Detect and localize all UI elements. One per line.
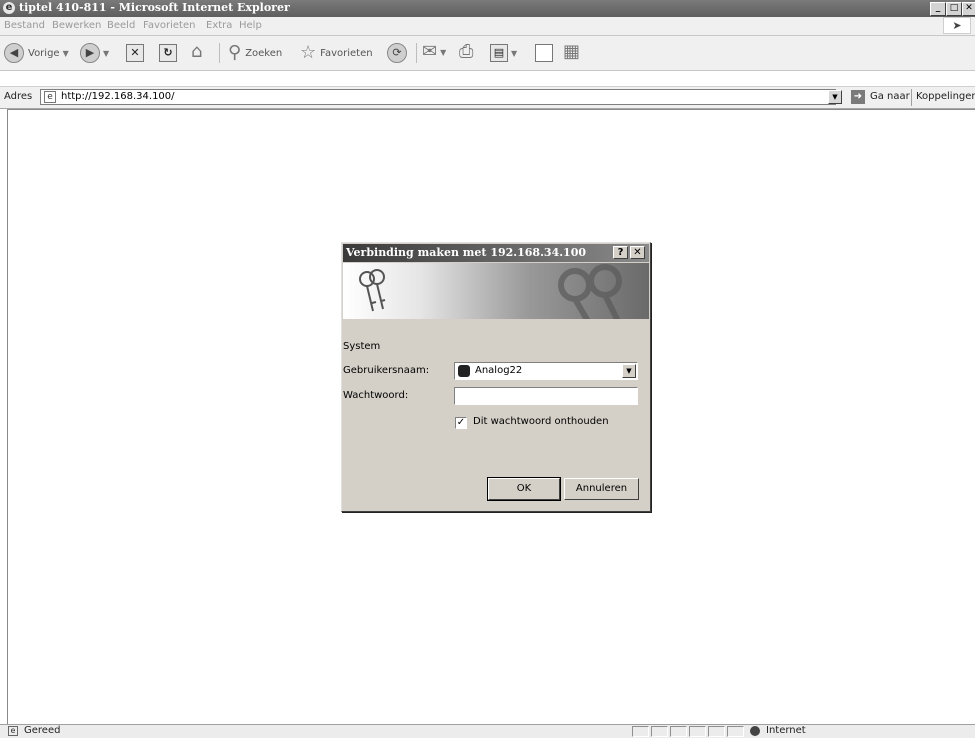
keys-banner (343, 263, 649, 319)
toolbar-separator (416, 43, 417, 63)
favorites-button[interactable]: ☆ Favorieten (300, 43, 373, 63)
stop-icon: ✕ (126, 44, 144, 62)
keys-icon (359, 264, 622, 319)
print-icon: ⎙ (459, 41, 474, 62)
username-label: Gebruikersnaam: (343, 365, 430, 376)
chevron-down-icon[interactable]: ▼ (622, 364, 636, 378)
remember-password-checkbox[interactable]: ✓ (455, 417, 467, 429)
search-label: Zoeken (245, 47, 283, 59)
dialog-close-button[interactable]: ✕ (630, 246, 645, 259)
status-panel (708, 726, 725, 737)
menu-extra[interactable]: Extra (206, 20, 232, 31)
links-separator (911, 89, 912, 106)
edit-dropdown-icon: ▼ (511, 48, 518, 58)
back-label: Vorige (28, 47, 60, 59)
user-icon (458, 365, 470, 377)
status-panel (727, 726, 744, 737)
menu-bar: Bestand Bewerken Beeld Favorieten Extra … (0, 17, 975, 36)
refresh-icon: ↻ (159, 44, 177, 62)
home-button[interactable]: ⌂ (191, 42, 202, 62)
edit-button[interactable]: ▤ ▼ (490, 44, 517, 62)
dialog-title: Verbinding maken met 192.168.34.100 (346, 246, 587, 259)
ie-page-icon: e (3, 2, 15, 14)
dialog-title-bar: Verbinding maken met 192.168.34.100 ? ✕ (343, 244, 649, 262)
toolbar-separator (219, 43, 220, 63)
discuss-icon (535, 44, 553, 62)
history-icon: ⟳ (387, 43, 407, 63)
home-icon: ⌂ (191, 41, 203, 62)
status-panel (632, 726, 649, 737)
back-dropdown-icon: ▼ (62, 48, 69, 58)
status-bar: e Gereed Internet (0, 724, 975, 738)
menu-bestand[interactable]: Bestand (4, 20, 45, 31)
login-dialog: Verbinding maken met 192.168.34.100 ? ✕ … (341, 242, 651, 512)
messenger-button[interactable]: ▦ (563, 42, 580, 62)
discuss-button[interactable] (535, 44, 553, 62)
ok-button[interactable]: OK (487, 477, 561, 501)
address-bar: Adres e http://192.168.34.100/ ▼ ➜ Ga na… (0, 86, 975, 109)
status-panel (670, 726, 687, 737)
password-field[interactable] (454, 387, 638, 405)
address-input[interactable]: e http://192.168.34.100/ (40, 89, 836, 105)
back-button[interactable]: ◀ Vorige ▼ (4, 43, 69, 63)
refresh-button[interactable]: ↻ (159, 44, 177, 62)
favorites-label: Favorieten (320, 47, 373, 59)
zone-text: Internet (766, 725, 806, 736)
address-label: Adres (4, 91, 33, 102)
page-status-icon: e (8, 726, 18, 736)
forward-dropdown-icon: ▼ (103, 48, 110, 58)
window-title-bar: e tiptel 410-811 - Microsoft Internet Ex… (0, 0, 975, 17)
menu-favorieten[interactable]: Favorieten (143, 20, 195, 31)
mail-dropdown-icon: ▼ (440, 47, 447, 57)
close-button[interactable]: ✕ (962, 2, 975, 16)
links-button[interactable]: Koppelingen (916, 91, 975, 102)
minimize-button[interactable]: _ (930, 2, 946, 16)
search-icon: ⚲ (228, 42, 242, 63)
dialog-body: System Gebruikersnaam: Analog22 ▼ Wachtw… (342, 319, 650, 511)
edit-icon: ▤ (490, 44, 508, 62)
favorites-icon: ☆ (300, 42, 317, 63)
status-text: Gereed (24, 725, 61, 736)
status-panel (651, 726, 668, 737)
search-button[interactable]: ⚲ Zoeken (228, 43, 282, 63)
address-dropdown-icon[interactable]: ▼ (828, 90, 842, 104)
internet-zone-icon (750, 726, 760, 736)
dialog-help-button[interactable]: ? (613, 246, 628, 259)
maximize-button[interactable]: □ (946, 2, 962, 16)
cancel-button[interactable]: Annuleren (564, 478, 639, 500)
go-button[interactable]: Ga naar (870, 91, 910, 102)
forward-icon: ▶ (80, 43, 100, 63)
mail-icon: ✉ (422, 41, 438, 62)
forward-button[interactable]: ▶ ▼ (80, 43, 109, 63)
mail-button[interactable]: ✉ ▼ (422, 42, 446, 62)
go-arrow-icon[interactable]: ➜ (851, 90, 865, 104)
username-value: Analog22 (475, 365, 523, 376)
address-url[interactable]: http://192.168.34.100/ (61, 91, 175, 102)
menu-help[interactable]: Help (239, 20, 262, 31)
window-title: tiptel 410-811 - Microsoft Internet Expl… (19, 1, 290, 14)
toolbar: ◀ Vorige ▼ ▶ ▼ ✕ ↻ ⌂ ⚲ Zoeken ☆ Favoriet… (0, 36, 975, 71)
remember-password-label[interactable]: Dit wachtwoord onthouden (473, 416, 609, 427)
stop-button[interactable]: ✕ (126, 44, 144, 62)
print-button[interactable]: ⎙ (459, 42, 473, 62)
page-icon: e (44, 91, 56, 103)
realm-label: System (343, 341, 381, 352)
username-combobox[interactable]: Analog22 ▼ (454, 362, 638, 380)
windows-logo-icon: ➤ (943, 17, 971, 34)
menu-bewerken[interactable]: Bewerken (52, 20, 101, 31)
back-icon: ◀ (4, 43, 24, 63)
status-panel (689, 726, 706, 737)
password-label: Wachtwoord: (343, 390, 409, 401)
history-button[interactable]: ⟳ (387, 43, 407, 63)
menu-beeld[interactable]: Beeld (107, 20, 135, 31)
messenger-icon: ▦ (563, 41, 581, 62)
